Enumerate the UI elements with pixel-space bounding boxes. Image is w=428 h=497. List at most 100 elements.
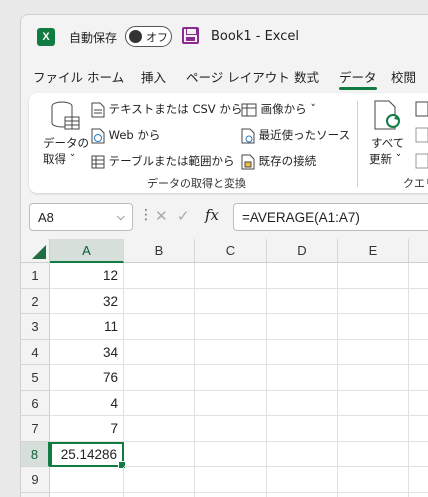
grid-cell[interactable] [409, 365, 428, 391]
row-header[interactable]: 8 [21, 441, 50, 467]
grid-cell[interactable] [124, 441, 195, 467]
grid-cell[interactable] [338, 441, 409, 467]
recent-sources-button[interactable]: 最近使ったソース [241, 127, 350, 144]
cancel-icon[interactable]: ✕ [155, 207, 168, 225]
tab-formulas[interactable]: 数式 [294, 67, 319, 86]
grid-cell[interactable] [124, 365, 195, 391]
grid-cell[interactable] [267, 492, 338, 497]
grid-cell[interactable] [338, 492, 409, 497]
grid-cell[interactable] [338, 314, 409, 340]
insert-function-icon[interactable]: fx [205, 206, 219, 224]
grid-cell[interactable] [409, 314, 428, 340]
tab-page-layout[interactable]: ページ レイアウト [186, 67, 290, 86]
column-header-b[interactable]: B [124, 239, 195, 263]
grid-cell[interactable] [195, 314, 267, 340]
grid-cell[interactable] [195, 339, 267, 365]
cell-a[interactable]: 32 [50, 288, 124, 314]
grid-cell[interactable] [267, 441, 338, 467]
grid-cell[interactable] [338, 365, 409, 391]
grid-cell[interactable] [267, 314, 338, 340]
grid-cell[interactable] [409, 391, 428, 416]
grid-cell[interactable] [338, 416, 409, 442]
row-header[interactable]: 2 [21, 288, 50, 314]
get-data-button[interactable]: データの 取得 ˇ [37, 97, 89, 169]
grid-cell[interactable] [124, 467, 195, 493]
grid-cell[interactable] [267, 365, 338, 391]
grid-cell[interactable] [195, 467, 267, 493]
cell-a[interactable]: 7 [50, 416, 124, 442]
from-table-button[interactable]: テーブルまたは範囲から [91, 153, 234, 169]
row-header[interactable]: 6 [21, 390, 50, 416]
grid-cell[interactable] [195, 365, 267, 391]
row-header[interactable]: 10 [21, 492, 50, 497]
tab-data[interactable]: データ [339, 67, 377, 90]
chevron-down-icon[interactable]: ⌵ [117, 210, 125, 224]
row-header[interactable]: 1 [21, 263, 50, 289]
grid-cell[interactable] [338, 390, 409, 416]
grid-cell[interactable] [267, 467, 338, 493]
grid-cell[interactable] [124, 263, 195, 289]
column-header-f[interactable] [409, 239, 428, 263]
grid-cell[interactable] [195, 441, 267, 467]
grid-cell[interactable] [124, 492, 195, 497]
grid-cell[interactable] [338, 288, 409, 314]
tab-home[interactable]: ホーム [87, 67, 124, 86]
column-header-d[interactable]: D [267, 239, 338, 263]
column-header-a[interactable]: A [50, 239, 124, 263]
grid-cell[interactable] [124, 314, 195, 340]
row-header[interactable]: 3 [21, 314, 50, 340]
column-header-e[interactable]: E [338, 239, 409, 263]
tab-insert[interactable]: 挿入 [141, 67, 166, 86]
name-box[interactable]: A8 ⌵ [29, 203, 133, 231]
row-header[interactable]: 7 [21, 416, 50, 442]
grid-cell[interactable] [409, 289, 428, 314]
select-all-button[interactable] [21, 239, 50, 263]
tab-file[interactable]: ファイル [33, 67, 83, 86]
cell-a[interactable]: 34 [50, 339, 124, 365]
queries-icon-1[interactable] [415, 101, 428, 117]
properties-icon[interactable] [415, 127, 428, 143]
cell-a[interactable]: 76 [50, 365, 124, 391]
formula-input[interactable]: =AVERAGE(A1:A7) [233, 203, 428, 231]
cell-a[interactable]: 4 [50, 390, 124, 416]
cell-a[interactable] [50, 492, 124, 497]
from-picture-button[interactable]: 画像から ˇ [241, 101, 316, 117]
column-header-c[interactable]: C [195, 239, 267, 263]
grid-cell[interactable] [409, 416, 428, 442]
grid-cell[interactable] [124, 416, 195, 442]
grid-cell[interactable] [195, 263, 267, 289]
grid-cell[interactable] [267, 288, 338, 314]
grid-cell[interactable] [267, 263, 338, 289]
grid-cell[interactable] [124, 390, 195, 416]
cell-a[interactable]: 12 [50, 263, 124, 289]
refresh-all-button[interactable]: すべて 更新 ˇ [365, 97, 411, 169]
grid-cell[interactable] [267, 339, 338, 365]
grid-cell[interactable] [409, 493, 428, 497]
grid-cell[interactable] [409, 263, 428, 289]
grid-cell[interactable] [267, 390, 338, 416]
grid-cell[interactable] [338, 263, 409, 289]
grid-cell[interactable] [195, 288, 267, 314]
grid-cell[interactable] [409, 467, 428, 493]
autosave-toggle[interactable]: オフ [125, 26, 172, 47]
from-text-csv-button[interactable]: テキストまたは CSV から [91, 101, 242, 118]
grid-cell[interactable] [195, 492, 267, 497]
grid-cell[interactable] [409, 442, 428, 467]
row-header[interactable]: 4 [21, 339, 50, 365]
grid-cell[interactable] [267, 416, 338, 442]
edit-links-icon[interactable] [415, 153, 428, 169]
enter-icon[interactable]: ✓ [177, 207, 190, 225]
grid-cell[interactable] [195, 390, 267, 416]
tab-review[interactable]: 校閲 [391, 67, 416, 86]
existing-connections-button[interactable]: 既存の接続 [241, 153, 316, 170]
grid-cell[interactable] [338, 467, 409, 493]
row-header[interactable]: 9 [21, 467, 50, 493]
save-icon[interactable] [182, 27, 199, 44]
grid-cell[interactable] [124, 288, 195, 314]
grid-cell[interactable] [124, 339, 195, 365]
grid-cell[interactable] [338, 339, 409, 365]
row-header[interactable]: 5 [21, 365, 50, 391]
cell-a[interactable]: 25.14286 [50, 441, 126, 469]
cell-a[interactable]: 11 [50, 314, 124, 340]
grid-cell[interactable] [195, 416, 267, 442]
